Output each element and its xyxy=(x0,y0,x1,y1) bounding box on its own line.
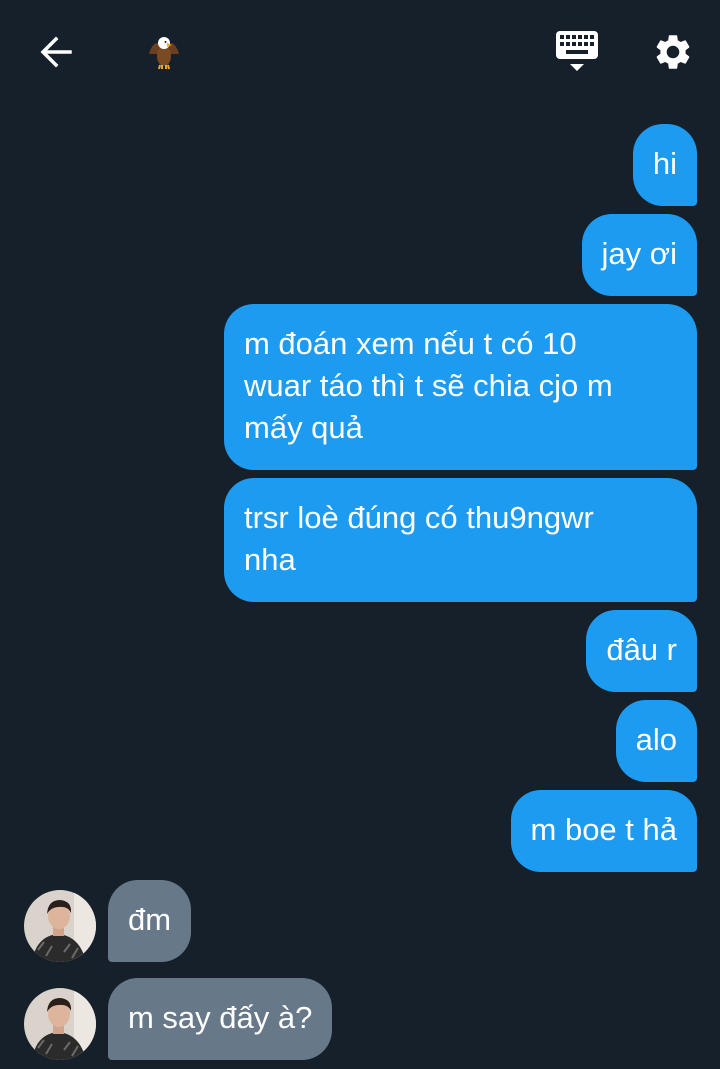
user-avatar[interactable] xyxy=(24,890,96,962)
arrow-left-icon xyxy=(40,36,72,68)
message-text: m boe t hả xyxy=(530,812,677,847)
outgoing-message-bubble[interactable]: m boe t hả xyxy=(510,790,697,872)
back-button[interactable] xyxy=(28,28,84,76)
user-avatar[interactable] xyxy=(24,988,96,1060)
message-text: alo xyxy=(635,722,677,757)
message-text: đm xyxy=(128,902,172,937)
incoming-message-bubble[interactable]: đm xyxy=(108,880,192,962)
outgoing-message-bubble[interactable]: trsr loè đúng có thu9ngwr nha xyxy=(224,478,697,602)
conversation-emoji[interactable] xyxy=(136,26,192,78)
keyboard-icon xyxy=(556,31,598,71)
message-text-line: m đoán xem nếu t có 10 xyxy=(244,326,577,361)
settings-button[interactable] xyxy=(644,24,702,80)
message-text-line: nha xyxy=(244,542,296,577)
message-text-line: wuar táo thì t sẽ chia cjo m xyxy=(244,368,613,403)
message-text: đâu r xyxy=(606,632,677,667)
keyboard-button[interactable] xyxy=(548,24,606,80)
outgoing-message-bubble[interactable]: m đoán xem nếu t có 10 wuar táo thì t sẽ… xyxy=(224,304,697,470)
message-text-line: mấy quả xyxy=(244,410,363,445)
message-text: hi xyxy=(652,146,677,181)
user-avatar-photo xyxy=(24,988,96,1060)
outgoing-message-bubble[interactable]: đâu r xyxy=(586,610,697,692)
outgoing-message-bubble[interactable]: jay ơi xyxy=(581,214,697,296)
outgoing-message-bubble[interactable]: alo xyxy=(615,700,697,782)
eagle-emoji-icon xyxy=(149,37,179,70)
gear-icon xyxy=(656,35,690,69)
user-avatar-photo xyxy=(24,890,96,962)
message-text: m say đấy à? xyxy=(128,1000,313,1035)
message-text-line: trsr loè đúng có thu9ngwr xyxy=(244,500,594,535)
incoming-message-bubble[interactable]: m say đấy à? xyxy=(108,978,333,1060)
conversation-header xyxy=(0,0,720,104)
message-text: jay ơi xyxy=(601,236,677,271)
outgoing-message-bubble[interactable]: hi xyxy=(632,124,697,206)
